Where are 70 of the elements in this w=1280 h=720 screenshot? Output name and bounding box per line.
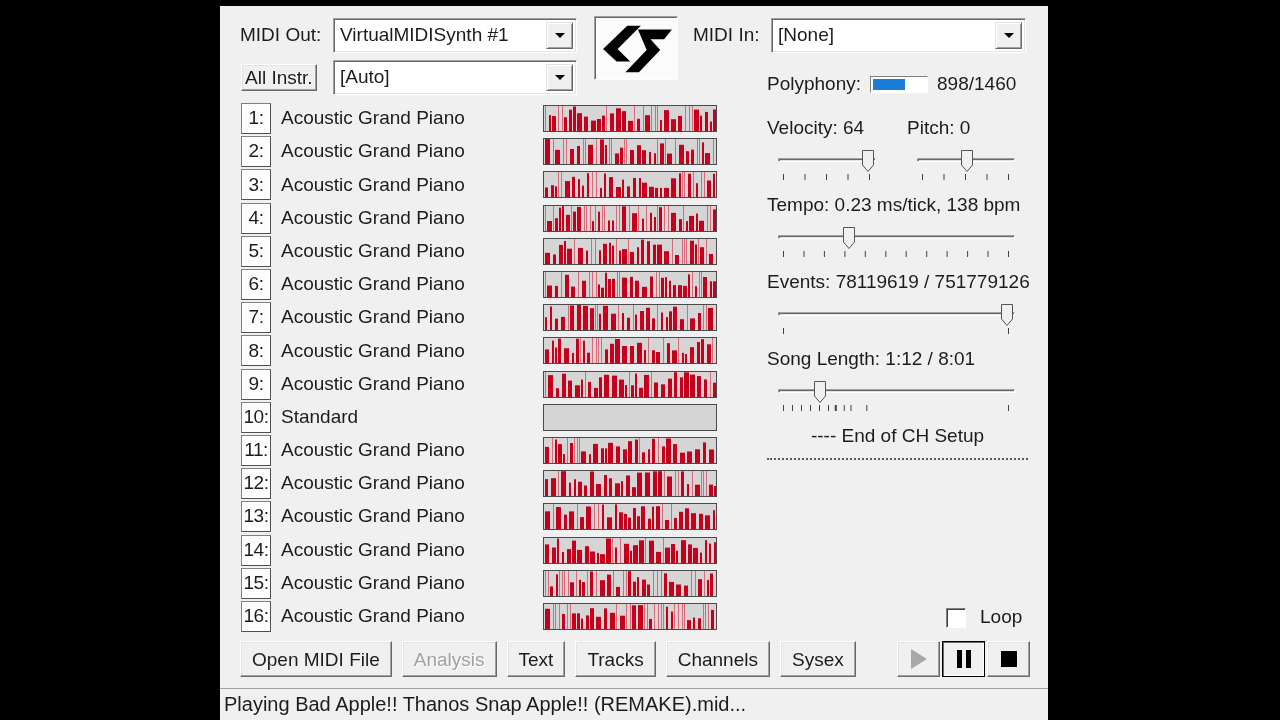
instrument-dropdown[interactable]: [Auto] bbox=[333, 59, 577, 95]
instrument-name: Acoustic Grand Piano bbox=[280, 107, 466, 130]
caret-icon bbox=[1003, 32, 1014, 38]
instrument-name: Acoustic Grand Piano bbox=[280, 206, 466, 230]
instrument-name: Acoustic Grand Piano bbox=[280, 306, 466, 330]
slider-thumb[interactable] bbox=[960, 150, 973, 172]
sysex-button[interactable]: Sysex bbox=[779, 641, 856, 677]
channel-number-button[interactable]: 1: bbox=[241, 103, 271, 135]
stop-button[interactable] bbox=[987, 641, 1030, 677]
channel-number-button[interactable]: 14: bbox=[241, 534, 271, 566]
channel-number-button[interactable]: 16: bbox=[241, 600, 271, 632]
instrument-name: Acoustic Grand Piano bbox=[280, 538, 466, 562]
channel-number-button[interactable]: 13: bbox=[241, 501, 271, 533]
logo-icon bbox=[594, 16, 678, 80]
loop-checkbox[interactable] bbox=[946, 607, 966, 628]
channel-number-button[interactable]: 9: bbox=[241, 368, 271, 400]
dropdown-arrow-button[interactable] bbox=[546, 21, 573, 49]
channel-number-button[interactable]: 3: bbox=[241, 169, 271, 201]
tracks-button[interactable]: Tracks bbox=[575, 641, 656, 677]
midi-out-label: MIDI Out: bbox=[240, 23, 323, 47]
slider-label: Velocity: 64 bbox=[767, 116, 866, 140]
instrument-name: Acoustic Grand Piano bbox=[280, 173, 466, 197]
channel-number-button[interactable]: 4: bbox=[241, 202, 271, 234]
slider-thumb[interactable] bbox=[1001, 304, 1013, 326]
instrument-name: Acoustic Grand Piano bbox=[280, 339, 466, 363]
loop-label: Loop bbox=[980, 606, 1023, 629]
caret-icon bbox=[554, 74, 565, 80]
instrument-name: Standard bbox=[280, 405, 360, 429]
instrument-name: Acoustic Grand Piano bbox=[280, 239, 466, 263]
slider-thumb[interactable] bbox=[842, 227, 855, 249]
slider-label: Song Length: 1:12 / 8:01 bbox=[767, 347, 977, 371]
channel-number-button[interactable]: 8: bbox=[241, 335, 271, 367]
open-midi-file-button[interactable]: Open MIDI File bbox=[240, 641, 392, 677]
midi-in-label: MIDI In: bbox=[693, 23, 761, 47]
channel-number-button[interactable]: 11: bbox=[241, 434, 271, 466]
stop-icon bbox=[1000, 651, 1017, 667]
slider-label: Events: 78119619 / 751779126 bbox=[767, 270, 1031, 294]
instrument-name: Acoustic Grand Piano bbox=[280, 140, 466, 164]
polyphony-label: Polyphony: bbox=[767, 73, 861, 96]
midi-in-dropdown[interactable]: [None] bbox=[771, 17, 1026, 53]
dropdown-arrow-button[interactable] bbox=[546, 63, 573, 91]
instrument-name: Acoustic Grand Piano bbox=[280, 439, 466, 462]
dropdown-arrow-button[interactable] bbox=[995, 21, 1022, 49]
midi-out-dropdown[interactable]: VirtualMIDISynth #1 bbox=[333, 17, 577, 53]
pause-icon bbox=[956, 650, 971, 668]
channel-number-button[interactable]: 5: bbox=[241, 235, 271, 267]
instrument-name: Acoustic Grand Piano bbox=[280, 472, 466, 496]
channel-number-button[interactable]: 2: bbox=[241, 136, 271, 168]
text-button[interactable]: Text bbox=[506, 641, 566, 677]
channel-number-button[interactable]: 12: bbox=[241, 468, 271, 500]
event-log-text: ---- End of CH Setup bbox=[809, 424, 986, 448]
instrument-name: Acoustic Grand Piano bbox=[280, 505, 466, 529]
instrument-name: Acoustic Grand Piano bbox=[280, 372, 466, 396]
instrument-name: Acoustic Grand Piano bbox=[280, 605, 466, 628]
all-instruments-button[interactable]: All Instr. bbox=[241, 63, 317, 91]
channels-button[interactable]: Channels bbox=[665, 641, 770, 677]
channel-number-button[interactable]: 6: bbox=[241, 269, 271, 301]
slider-label: Tempo: 0.23 ms/tick, 138 bpm bbox=[767, 193, 1022, 217]
channel-number-button[interactable]: 15: bbox=[241, 567, 271, 599]
channel-number-button[interactable]: 7: bbox=[241, 302, 271, 334]
play-icon bbox=[910, 649, 927, 669]
instrument-name: Acoustic Grand Piano bbox=[280, 571, 466, 595]
slider-thumb[interactable] bbox=[813, 381, 826, 403]
channel-number-button[interactable]: 10: bbox=[241, 401, 271, 433]
pause-button[interactable] bbox=[942, 641, 985, 677]
slider-label: Pitch: 0 bbox=[907, 116, 972, 140]
caret-icon bbox=[554, 32, 565, 38]
instrument-name: Acoustic Grand Piano bbox=[280, 273, 466, 296]
slider-thumb[interactable] bbox=[862, 150, 874, 172]
polyphony-reading: 898/1460 bbox=[937, 73, 1017, 96]
